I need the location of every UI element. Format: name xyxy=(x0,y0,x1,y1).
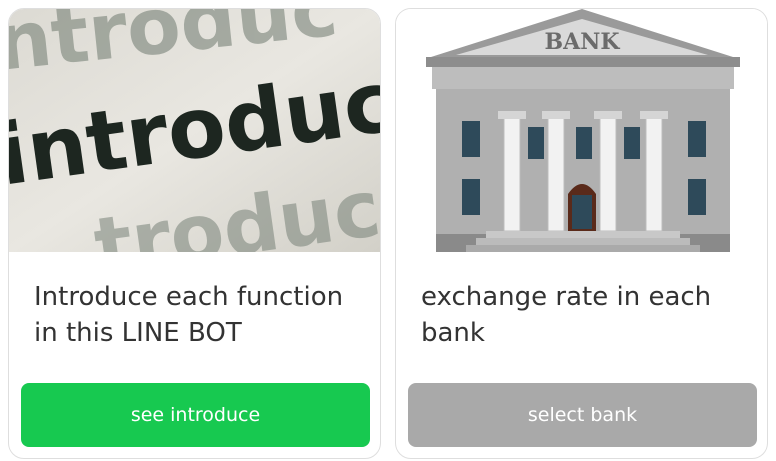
see-introduce-button[interactable]: see introduce xyxy=(21,383,370,447)
introduce-image: ntroduc introduce troduc xyxy=(9,9,380,252)
bank-sign: BANK xyxy=(545,29,621,55)
card-title: Introduce each function in this LINE BOT xyxy=(34,282,344,348)
card-bank: BANK exchange rate in each bank select b… xyxy=(395,8,768,459)
select-bank-button[interactable]: select bank xyxy=(408,383,757,447)
bank-image: BANK xyxy=(396,9,767,252)
card-title: exchange rate in each bank xyxy=(421,282,712,348)
card-introduce: ntroduc introduce troduc Introduce each … xyxy=(8,8,381,459)
